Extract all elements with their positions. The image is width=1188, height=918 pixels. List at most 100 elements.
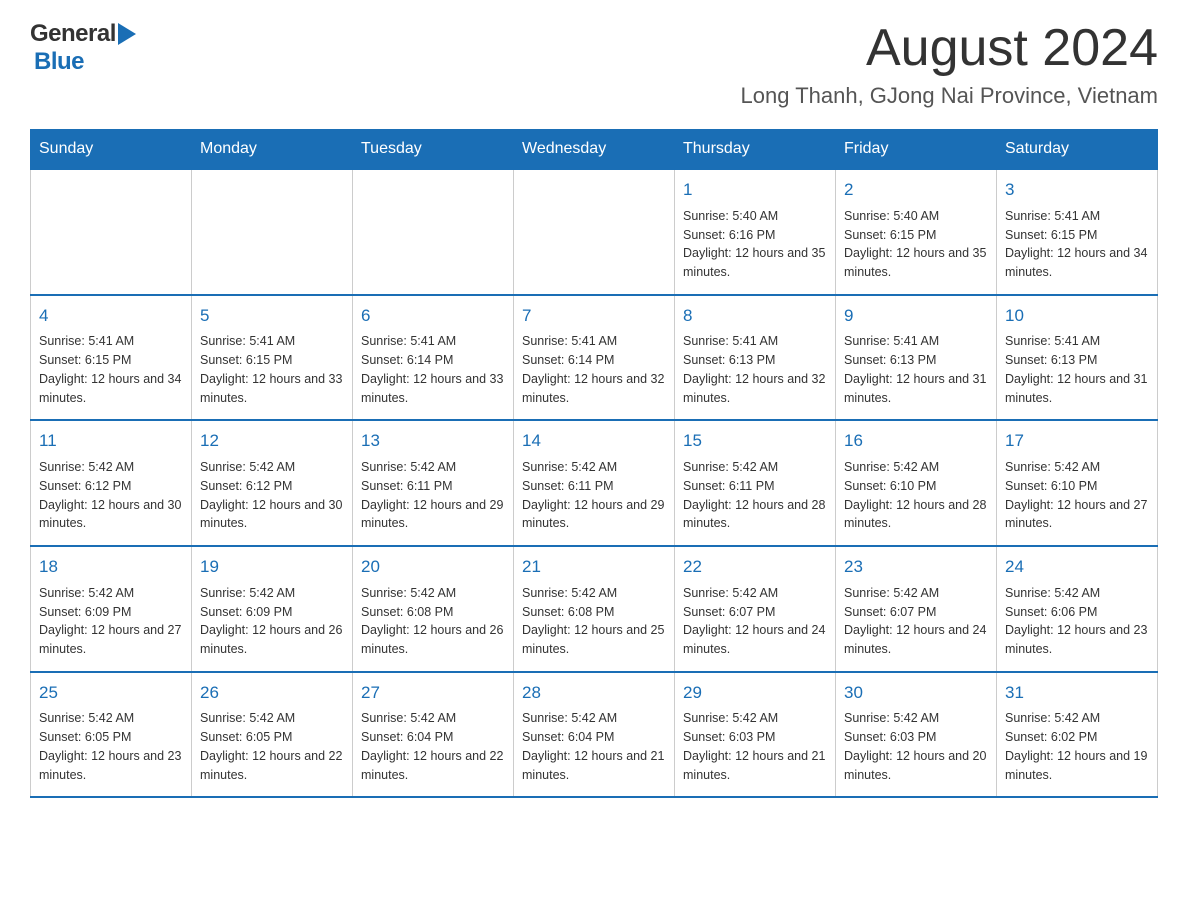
day-info: Sunrise: 5:42 AM Sunset: 6:09 PM Dayligh… <box>200 584 344 659</box>
calendar-cell: 2Sunrise: 5:40 AM Sunset: 6:15 PM Daylig… <box>836 169 997 295</box>
calendar-cell: 3 Sunrise: 5:41 AM Sunset: 6:15 PM Daylig… <box>997 169 1158 295</box>
calendar-cell: 17 Sunrise: 5:42 AM Sunset: 6:10 PM Dayli… <box>997 420 1158 546</box>
calendar-header-saturday: Saturday <box>997 130 1158 170</box>
calendar-cell <box>514 169 675 295</box>
day-number: 29 <box>683 681 827 706</box>
day-info: Sunrise: 5:42 AM Sunset: 6:03 PM Dayligh… <box>844 709 988 784</box>
day-number: 21 <box>522 555 666 580</box>
month-title: August 2024 <box>741 20 1158 77</box>
day-number: 16 <box>844 429 988 454</box>
day-number: 3 <box>1005 178 1149 203</box>
day-number: 18 <box>39 555 183 580</box>
day-number: 11 <box>39 429 183 454</box>
calendar-cell: 18 Sunrise: 5:42 AM Sunset: 6:09 PM Dayli… <box>31 546 192 672</box>
day-number: 23 <box>844 555 988 580</box>
day-number: 27 <box>361 681 505 706</box>
calendar-cell: 15 Sunrise: 5:42 AM Sunset: 6:11 PM Dayli… <box>675 420 836 546</box>
calendar-cell: 26 Sunrise: 5:42 AM Sunset: 6:05 PM Dayli… <box>192 672 353 798</box>
calendar-cell: 25Sunrise: 5:42 AM Sunset: 6:05 PM Dayli… <box>31 672 192 798</box>
day-number: 26 <box>200 681 344 706</box>
day-info: Sunrise: 5:41 AM Sunset: 6:14 PM Dayligh… <box>361 332 505 407</box>
day-number: 31 <box>1005 681 1149 706</box>
calendar-cell: 4 Sunrise: 5:41 AM Sunset: 6:15 PM Daylig… <box>31 295 192 421</box>
calendar-cell <box>31 169 192 295</box>
day-number: 6 <box>361 304 505 329</box>
day-number: 8 <box>683 304 827 329</box>
day-info: Sunrise: 5:42 AM Sunset: 6:12 PM Dayligh… <box>39 458 183 533</box>
logo-blue-text: Blue <box>34 48 84 76</box>
day-number: 4 <box>39 304 183 329</box>
day-number: 24 <box>1005 555 1149 580</box>
logo-general-text: General <box>30 20 116 48</box>
calendar-cell: 6 Sunrise: 5:41 AM Sunset: 6:14 PM Daylig… <box>353 295 514 421</box>
calendar-cell: 16 Sunrise: 5:42 AM Sunset: 6:10 PM Dayli… <box>836 420 997 546</box>
day-number: 22 <box>683 555 827 580</box>
logo: General Blue <box>30 20 136 76</box>
day-info: Sunrise: 5:41 AM Sunset: 6:15 PM Dayligh… <box>39 332 183 407</box>
calendar-cell: 9 Sunrise: 5:41 AM Sunset: 6:13 PM Daylig… <box>836 295 997 421</box>
calendar-header-row: SundayMondayTuesdayWednesdayThursdayFrid… <box>31 130 1158 170</box>
day-number: 12 <box>200 429 344 454</box>
calendar-cell: 10 Sunrise: 5:41 AM Sunset: 6:13 PM Dayli… <box>997 295 1158 421</box>
day-info: Sunrise: 5:42 AM Sunset: 6:10 PM Dayligh… <box>1005 458 1149 533</box>
day-info: Sunrise: 5:42 AM Sunset: 6:07 PM Dayligh… <box>683 584 827 659</box>
day-info: Sunrise: 5:42 AM Sunset: 6:10 PM Dayligh… <box>844 458 988 533</box>
day-info: Sunrise: 5:41 AM Sunset: 6:13 PM Dayligh… <box>683 332 827 407</box>
calendar-cell: 30 Sunrise: 5:42 AM Sunset: 6:03 PM Dayli… <box>836 672 997 798</box>
calendar-week-2: 4 Sunrise: 5:41 AM Sunset: 6:15 PM Daylig… <box>31 295 1158 421</box>
day-number: 17 <box>1005 429 1149 454</box>
day-info: Sunrise: 5:42 AM Sunset: 6:08 PM Dayligh… <box>361 584 505 659</box>
calendar-header-wednesday: Wednesday <box>514 130 675 170</box>
calendar-cell: 31 Sunrise: 5:42 AM Sunset: 6:02 PM Dayli… <box>997 672 1158 798</box>
calendar-week-1: 1Sunrise: 5:40 AM Sunset: 6:16 PM Daylig… <box>31 169 1158 295</box>
day-info: Sunrise: 5:42 AM Sunset: 6:06 PM Dayligh… <box>1005 584 1149 659</box>
day-number: 7 <box>522 304 666 329</box>
day-info: Sunrise: 5:42 AM Sunset: 6:02 PM Dayligh… <box>1005 709 1149 784</box>
day-number: 10 <box>1005 304 1149 329</box>
day-info: Sunrise: 5:40 AM Sunset: 6:15 PM Dayligh… <box>844 207 988 282</box>
calendar-cell: 12Sunrise: 5:42 AM Sunset: 6:12 PM Dayli… <box>192 420 353 546</box>
title-section: August 2024 Long Thanh, GJong Nai Provin… <box>741 20 1158 109</box>
calendar-cell: 21Sunrise: 5:42 AM Sunset: 6:08 PM Dayli… <box>514 546 675 672</box>
calendar-week-3: 11 Sunrise: 5:42 AM Sunset: 6:12 PM Dayli… <box>31 420 1158 546</box>
day-info: Sunrise: 5:42 AM Sunset: 6:11 PM Dayligh… <box>522 458 666 533</box>
day-info: Sunrise: 5:42 AM Sunset: 6:11 PM Dayligh… <box>361 458 505 533</box>
day-info: Sunrise: 5:42 AM Sunset: 6:11 PM Dayligh… <box>683 458 827 533</box>
day-info: Sunrise: 5:42 AM Sunset: 6:04 PM Dayligh… <box>522 709 666 784</box>
calendar-cell: 19Sunrise: 5:42 AM Sunset: 6:09 PM Dayli… <box>192 546 353 672</box>
day-info: Sunrise: 5:42 AM Sunset: 6:04 PM Dayligh… <box>361 709 505 784</box>
location-title: Long Thanh, GJong Nai Province, Vietnam <box>741 83 1158 109</box>
day-number: 30 <box>844 681 988 706</box>
calendar-header-friday: Friday <box>836 130 997 170</box>
calendar-cell: 8 Sunrise: 5:41 AM Sunset: 6:13 PM Daylig… <box>675 295 836 421</box>
day-number: 20 <box>361 555 505 580</box>
calendar-cell: 1Sunrise: 5:40 AM Sunset: 6:16 PM Daylig… <box>675 169 836 295</box>
day-info: Sunrise: 5:41 AM Sunset: 6:14 PM Dayligh… <box>522 332 666 407</box>
day-info: Sunrise: 5:41 AM Sunset: 6:15 PM Dayligh… <box>1005 207 1149 282</box>
day-number: 5 <box>200 304 344 329</box>
day-info: Sunrise: 5:42 AM Sunset: 6:07 PM Dayligh… <box>844 584 988 659</box>
calendar-cell: 24 Sunrise: 5:42 AM Sunset: 6:06 PM Dayli… <box>997 546 1158 672</box>
logo-triangle-icon <box>118 23 136 45</box>
calendar-cell: 11 Sunrise: 5:42 AM Sunset: 6:12 PM Dayli… <box>31 420 192 546</box>
day-info: Sunrise: 5:42 AM Sunset: 6:05 PM Dayligh… <box>39 709 183 784</box>
day-number: 9 <box>844 304 988 329</box>
day-info: Sunrise: 5:41 AM Sunset: 6:13 PM Dayligh… <box>844 332 988 407</box>
calendar-cell: 22 Sunrise: 5:42 AM Sunset: 6:07 PM Dayli… <box>675 546 836 672</box>
calendar-cell: 23 Sunrise: 5:42 AM Sunset: 6:07 PM Dayli… <box>836 546 997 672</box>
day-info: Sunrise: 5:42 AM Sunset: 6:05 PM Dayligh… <box>200 709 344 784</box>
calendar-cell: 27 Sunrise: 5:42 AM Sunset: 6:04 PM Dayli… <box>353 672 514 798</box>
day-info: Sunrise: 5:40 AM Sunset: 6:16 PM Dayligh… <box>683 207 827 282</box>
calendar-cell: 14 Sunrise: 5:42 AM Sunset: 6:11 PM Dayli… <box>514 420 675 546</box>
day-info: Sunrise: 5:41 AM Sunset: 6:15 PM Dayligh… <box>200 332 344 407</box>
day-number: 14 <box>522 429 666 454</box>
calendar-cell <box>353 169 514 295</box>
calendar-cell: 5 Sunrise: 5:41 AM Sunset: 6:15 PM Daylig… <box>192 295 353 421</box>
day-number: 15 <box>683 429 827 454</box>
calendar-cell: 13Sunrise: 5:42 AM Sunset: 6:11 PM Dayli… <box>353 420 514 546</box>
calendar-table: SundayMondayTuesdayWednesdayThursdayFrid… <box>30 129 1158 798</box>
calendar-week-5: 25Sunrise: 5:42 AM Sunset: 6:05 PM Dayli… <box>31 672 1158 798</box>
day-info: Sunrise: 5:42 AM Sunset: 6:09 PM Dayligh… <box>39 584 183 659</box>
day-info: Sunrise: 5:41 AM Sunset: 6:13 PM Dayligh… <box>1005 332 1149 407</box>
calendar-cell: 28Sunrise: 5:42 AM Sunset: 6:04 PM Dayli… <box>514 672 675 798</box>
